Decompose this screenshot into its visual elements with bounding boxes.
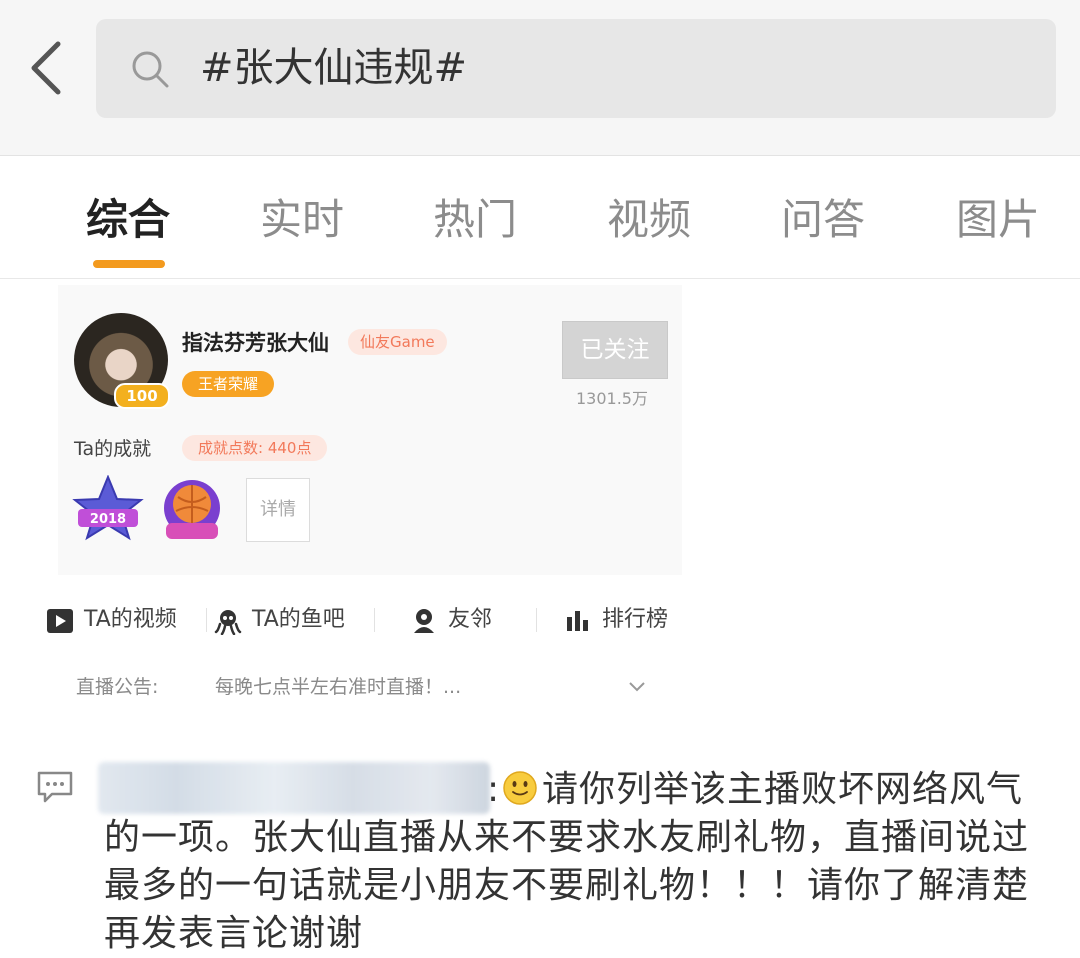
streamer-action-bar: TA的视频 TA的鱼吧 友邻 排行榜 <box>0 596 700 644</box>
comment-icon[interactable] <box>36 770 74 804</box>
comment-text: 请你列举该主播败坏网络风气的一项。张大仙直播从来不要求水友刷礼物，直播间说过最多… <box>104 769 1030 954</box>
neighbors-link[interactable]: 友邻 <box>410 602 510 638</box>
neighbors-label: 友邻 <box>448 607 493 632</box>
leaderboard-link[interactable]: 排行榜 <box>564 602 684 638</box>
tab-hot[interactable]: 热门 <box>433 192 517 248</box>
tab-bar: 综合 实时 热门 视频 问答 图片 <box>0 156 1080 279</box>
octopus-icon <box>214 610 242 635</box>
tab-realtime[interactable]: 实时 <box>260 192 344 248</box>
tab-images[interactable]: 图片 <box>956 192 1040 248</box>
divider <box>374 608 375 632</box>
play-icon <box>47 609 73 633</box>
ta-fish-bar-link[interactable]: TA的鱼吧 <box>214 602 364 638</box>
level-badge: 100 <box>114 383 170 409</box>
followed-button[interactable]: 已关注 <box>562 321 668 379</box>
ta-fish-bar-label: TA的鱼吧 <box>252 607 345 632</box>
search-query-text: #张大仙违规# <box>200 45 468 91</box>
tab-comprehensive[interactable]: 综合 <box>86 192 170 248</box>
tab-video[interactable]: 视频 <box>607 192 691 248</box>
bar-chart-icon <box>567 611 588 631</box>
chevron-down-icon[interactable] <box>628 680 646 694</box>
ta-videos-label: TA的视频 <box>84 607 177 632</box>
leaderboard-label: 排行榜 <box>602 607 669 632</box>
divider <box>536 608 537 632</box>
active-tab-indicator <box>93 260 165 268</box>
live-notice-label: 直播公告: <box>76 676 159 698</box>
top-bar: #张大仙违规# <box>0 0 1080 156</box>
username[interactable]: 指法芬芳张大仙 <box>182 327 329 357</box>
tab-qa[interactable]: 问答 <box>781 192 865 248</box>
star-badge-icon[interactable]: 2018 <box>72 475 144 541</box>
person-icon <box>414 609 434 633</box>
search-input[interactable]: #张大仙违规# <box>96 19 1056 118</box>
group-tag: 仙友Game <box>348 329 447 355</box>
achievement-points: 成就点数: 440点 <box>182 435 328 461</box>
follower-count: 1301.5万 <box>576 389 648 408</box>
details-button[interactable]: 详情 <box>246 478 310 542</box>
live-notice-text[interactable]: 每晚七点半左右准时直播！... <box>215 672 461 699</box>
achievements-label: Ta的成就 <box>74 438 152 460</box>
svg-text:2018: 2018 <box>90 512 126 527</box>
divider <box>206 608 207 632</box>
streamer-profile-card[interactable]: 100 指法芬芳张大仙 仙友Game 王者荣耀 已关注 1301.5万 Ta的成… <box>58 285 682 575</box>
game-tag: 王者荣耀 <box>182 371 275 397</box>
fan-festival-badge-icon[interactable] <box>158 477 226 543</box>
back-arrow-icon[interactable] <box>22 38 72 98</box>
search-icon <box>132 51 169 88</box>
ta-videos-link[interactable]: TA的视频 <box>46 602 196 638</box>
